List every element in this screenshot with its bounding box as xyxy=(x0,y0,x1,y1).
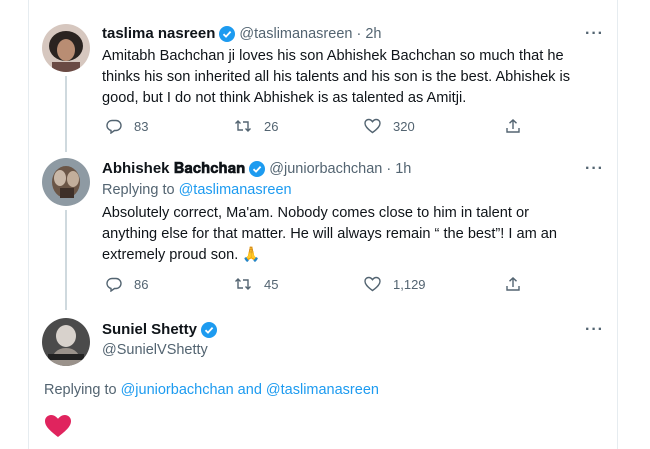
retweet-count: 45 xyxy=(264,276,279,292)
replying-to-prefix: Replying to xyxy=(44,382,121,398)
reply-icon xyxy=(106,119,122,134)
more-icon[interactable]: ··· xyxy=(585,160,604,178)
verified-badge-icon xyxy=(249,160,266,177)
tweet-text-line: Amitabh Bachchan ji loves his son Abhish… xyxy=(102,48,564,64)
user-handle[interactable]: @SunielVShetty xyxy=(102,342,208,358)
display-name[interactable]: Suniel Shetty xyxy=(102,321,197,338)
heart-emoji-icon xyxy=(44,414,72,438)
separator: · xyxy=(356,25,362,42)
replying-to-link[interactable]: @juniorbachchan xyxy=(121,382,234,398)
reply-button[interactable]: 83 xyxy=(106,118,148,134)
share-icon xyxy=(506,119,520,133)
tweet-text-line: Absolutely correct, Ma'am. Nobody comes … xyxy=(102,205,529,221)
tweet-header: Abhishek 𝐁𝐚𝐜𝐡𝐜𝐡𝐚𝐧 @juniorbachchan · 1h xyxy=(102,160,411,177)
avatar-abhishek[interactable] xyxy=(42,158,90,206)
replying-to-link[interactable]: @taslimanasreen xyxy=(266,382,379,398)
retweet-icon xyxy=(235,120,251,132)
like-icon xyxy=(364,118,381,134)
retweet-button[interactable]: 45 xyxy=(234,276,278,292)
timestamp[interactable]: 1h xyxy=(395,161,411,177)
replying-to-and: and xyxy=(233,382,266,398)
replying-to: Replying to @juniorbachchan and @taslima… xyxy=(44,382,379,398)
more-icon[interactable]: ··· xyxy=(585,321,604,339)
thread-connector-line xyxy=(65,76,67,152)
tweet-text-line: extremely proud son. 🙏 xyxy=(102,247,261,263)
like-button[interactable]: 1,129 xyxy=(364,276,426,292)
tweet-text-line: anything else for that matter. He will a… xyxy=(102,226,558,242)
like-icon xyxy=(364,276,381,292)
user-handle[interactable]: @juniorbachchan xyxy=(269,161,382,177)
left-border xyxy=(28,0,29,449)
like-count: 320 xyxy=(393,118,415,134)
tweet-text: Absolutely correct, Ma'am. Nobody comes … xyxy=(102,203,602,266)
reply-count: 86 xyxy=(134,276,149,292)
share-button[interactable] xyxy=(505,118,533,134)
thread-connector-line xyxy=(65,210,67,310)
reply-count: 83 xyxy=(134,118,149,134)
replying-to-link[interactable]: @taslimanasreen xyxy=(179,182,292,198)
separator: · xyxy=(386,160,392,177)
retweet-icon xyxy=(235,278,251,290)
tweet-text-line: good, but I do not think Abhishek is as … xyxy=(102,90,467,106)
display-name[interactable]: Abhishek 𝐁𝐚𝐜𝐡𝐜𝐡𝐚𝐧 xyxy=(102,160,245,177)
tweet-text-line: thinks his son inherited all his talents… xyxy=(102,69,571,85)
verified-badge-icon xyxy=(201,321,218,338)
share-icon xyxy=(506,277,520,291)
replying-to-prefix: Replying to xyxy=(102,182,179,198)
retweet-button[interactable]: 26 xyxy=(234,118,278,134)
like-button[interactable]: 320 xyxy=(364,118,415,134)
right-border xyxy=(617,0,618,449)
more-icon[interactable]: ··· xyxy=(585,25,604,43)
verified-badge-icon xyxy=(219,25,236,42)
avatar-taslima[interactable] xyxy=(42,24,90,72)
display-name[interactable]: taslima nasreen xyxy=(102,25,215,42)
tweet-header: taslima nasreen @taslimanasreen · 2h xyxy=(102,25,381,42)
user-handle[interactable]: @taslimanasreen xyxy=(239,26,352,42)
reply-icon xyxy=(106,277,122,292)
like-count: 1,129 xyxy=(393,276,426,292)
share-button[interactable] xyxy=(505,276,533,292)
retweet-count: 26 xyxy=(264,118,279,134)
timestamp[interactable]: 2h xyxy=(365,26,381,42)
reply-button[interactable]: 86 xyxy=(106,276,148,292)
replying-to: Replying to @taslimanasreen xyxy=(102,182,292,198)
tweet-text: Amitabh Bachchan ji loves his son Abhish… xyxy=(102,46,602,109)
tweet-header: Suniel Shetty xyxy=(102,321,221,338)
avatar-suniel[interactable] xyxy=(42,318,90,366)
